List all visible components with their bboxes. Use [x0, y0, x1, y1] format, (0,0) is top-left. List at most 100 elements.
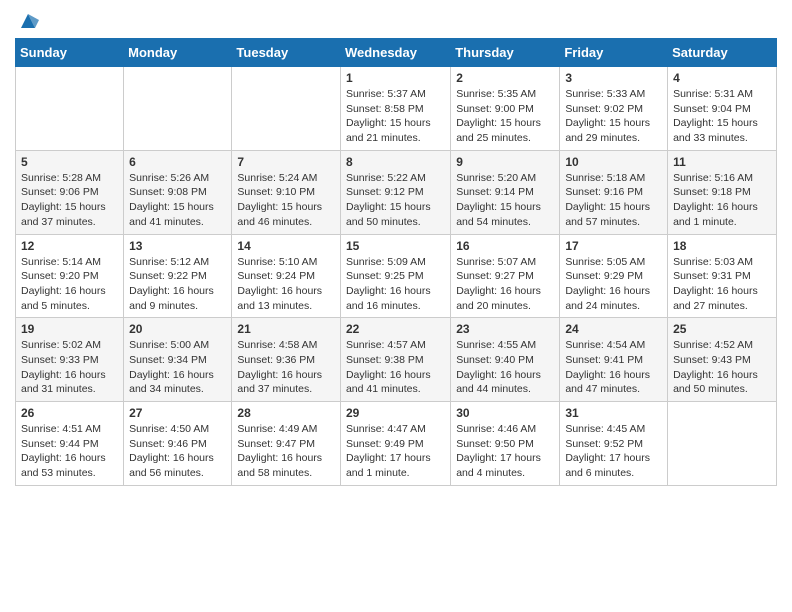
day-number: 12: [21, 239, 118, 253]
calendar-day-31: 31 Sunrise: 4:45 AM Sunset: 9:52 PM Dayli…: [560, 402, 668, 486]
calendar-day-16: 16 Sunrise: 5:07 AM Sunset: 9:27 PM Dayli…: [451, 234, 560, 318]
calendar-week-row: 1 Sunrise: 5:37 AM Sunset: 8:58 PM Daylig…: [16, 67, 777, 151]
day-number: 1: [346, 71, 445, 85]
day-number: 20: [129, 322, 226, 336]
day-info: Sunrise: 5:16 AM Sunset: 9:18 PM Dayligh…: [673, 171, 771, 230]
day-info: Sunrise: 5:05 AM Sunset: 9:29 PM Dayligh…: [565, 255, 662, 314]
calendar-day-7: 7 Sunrise: 5:24 AM Sunset: 9:10 PM Daylig…: [232, 150, 341, 234]
calendar-day-10: 10 Sunrise: 5:18 AM Sunset: 9:16 PM Dayli…: [560, 150, 668, 234]
day-number: 14: [237, 239, 335, 253]
calendar-day-8: 8 Sunrise: 5:22 AM Sunset: 9:12 PM Daylig…: [340, 150, 450, 234]
calendar-day-1: 1 Sunrise: 5:37 AM Sunset: 8:58 PM Daylig…: [340, 67, 450, 151]
weekday-header-tuesday: Tuesday: [232, 39, 341, 67]
calendar-day-2: 2Sunrise: 5:35 AM Sunset: 9:00 PM Daylig…: [451, 67, 560, 151]
day-info: Sunrise: 4:57 AM Sunset: 9:38 PM Dayligh…: [346, 338, 445, 397]
day-info: Sunrise: 4:54 AM Sunset: 9:41 PM Dayligh…: [565, 338, 662, 397]
day-number: 11: [673, 155, 771, 169]
day-info: Sunrise: 5:31 AM Sunset: 9:04 PM Dayligh…: [673, 87, 771, 146]
day-info: Sunrise: 5:22 AM Sunset: 9:12 PM Dayligh…: [346, 171, 445, 230]
day-info: Sunrise: 5:12 AM Sunset: 9:22 PM Dayligh…: [129, 255, 226, 314]
day-info: Sunrise: 5:07 AM Sunset: 9:27 PM Dayligh…: [456, 255, 554, 314]
day-number: 28: [237, 406, 335, 420]
day-info: Sunrise: 4:49 AM Sunset: 9:47 PM Dayligh…: [237, 422, 335, 481]
day-info: Sunrise: 4:46 AM Sunset: 9:50 PM Dayligh…: [456, 422, 554, 481]
day-number: 21: [237, 322, 335, 336]
calendar-day-19: 19 Sunrise: 5:02 AM Sunset: 9:33 PM Dayli…: [16, 318, 124, 402]
weekday-header-friday: Friday: [560, 39, 668, 67]
day-number: 24: [565, 322, 662, 336]
day-info: Sunrise: 5:09 AM Sunset: 9:25 PM Dayligh…: [346, 255, 445, 314]
day-number: 8: [346, 155, 445, 169]
calendar-day-3: 3 Sunrise: 5:33 AM Sunset: 9:02 PM Daylig…: [560, 67, 668, 151]
day-number: 9: [456, 155, 554, 169]
day-number: 22: [346, 322, 445, 336]
day-number: 10: [565, 155, 662, 169]
calendar-day-6: 6 Sunrise: 5:26 AM Sunset: 9:08 PM Daylig…: [124, 150, 232, 234]
calendar-day-5: 5 Sunrise: 5:28 AM Sunset: 9:06 PM Daylig…: [16, 150, 124, 234]
calendar-day-20: 20 Sunrise: 5:00 AM Sunset: 9:34 PM Dayli…: [124, 318, 232, 402]
day-number: 26: [21, 406, 118, 420]
day-info: Sunrise: 5:28 AM Sunset: 9:06 PM Dayligh…: [21, 171, 118, 230]
calendar-day-24: 24 Sunrise: 4:54 AM Sunset: 9:41 PM Dayli…: [560, 318, 668, 402]
calendar-day-12: 12 Sunrise: 5:14 AM Sunset: 9:20 PM Dayli…: [16, 234, 124, 318]
calendar-empty-cell: [124, 67, 232, 151]
calendar-week-row: 12 Sunrise: 5:14 AM Sunset: 9:20 PM Dayli…: [16, 234, 777, 318]
day-info: Sunrise: 4:45 AM Sunset: 9:52 PM Dayligh…: [565, 422, 662, 481]
day-number: 6: [129, 155, 226, 169]
day-number: 16: [456, 239, 554, 253]
weekday-header-monday: Monday: [124, 39, 232, 67]
day-info: Sunrise: 5:14 AM Sunset: 9:20 PM Dayligh…: [21, 255, 118, 314]
day-info: Sunrise: 4:58 AM Sunset: 9:36 PM Dayligh…: [237, 338, 335, 397]
calendar-week-row: 5 Sunrise: 5:28 AM Sunset: 9:06 PM Daylig…: [16, 150, 777, 234]
day-info: Sunrise: 5:26 AM Sunset: 9:08 PM Dayligh…: [129, 171, 226, 230]
day-info: Sunrise: 5:18 AM Sunset: 9:16 PM Dayligh…: [565, 171, 662, 230]
calendar-day-9: 9Sunrise: 5:20 AM Sunset: 9:14 PM Daylig…: [451, 150, 560, 234]
calendar-table: SundayMondayTuesdayWednesdayThursdayFrid…: [15, 38, 777, 486]
day-info: Sunrise: 4:51 AM Sunset: 9:44 PM Dayligh…: [21, 422, 118, 481]
day-info: Sunrise: 5:00 AM Sunset: 9:34 PM Dayligh…: [129, 338, 226, 397]
calendar-day-30: 30 Sunrise: 4:46 AM Sunset: 9:50 PM Dayli…: [451, 402, 560, 486]
day-number: 27: [129, 406, 226, 420]
weekday-header-row: SundayMondayTuesdayWednesdayThursdayFrid…: [16, 39, 777, 67]
day-number: 4: [673, 71, 771, 85]
weekday-header-thursday: Thursday: [451, 39, 560, 67]
day-info: Sunrise: 4:55 AM Sunset: 9:40 PM Dayligh…: [456, 338, 554, 397]
logo-icon: [17, 10, 39, 32]
weekday-header-sunday: Sunday: [16, 39, 124, 67]
day-info: Sunrise: 4:50 AM Sunset: 9:46 PM Dayligh…: [129, 422, 226, 481]
calendar-day-14: 14Sunrise: 5:10 AM Sunset: 9:24 PM Dayli…: [232, 234, 341, 318]
day-number: 29: [346, 406, 445, 420]
day-info: Sunrise: 5:02 AM Sunset: 9:33 PM Dayligh…: [21, 338, 118, 397]
day-info: Sunrise: 5:24 AM Sunset: 9:10 PM Dayligh…: [237, 171, 335, 230]
calendar-day-11: 11 Sunrise: 5:16 AM Sunset: 9:18 PM Dayli…: [668, 150, 777, 234]
calendar-week-row: 19 Sunrise: 5:02 AM Sunset: 9:33 PM Dayli…: [16, 318, 777, 402]
calendar-day-17: 17 Sunrise: 5:05 AM Sunset: 9:29 PM Dayli…: [560, 234, 668, 318]
day-info: Sunrise: 5:37 AM Sunset: 8:58 PM Dayligh…: [346, 87, 445, 146]
calendar-day-4: 4 Sunrise: 5:31 AM Sunset: 9:04 PM Daylig…: [668, 67, 777, 151]
weekday-header-saturday: Saturday: [668, 39, 777, 67]
day-number: 3: [565, 71, 662, 85]
day-info: Sunrise: 5:33 AM Sunset: 9:02 PM Dayligh…: [565, 87, 662, 146]
calendar-day-26: 26 Sunrise: 4:51 AM Sunset: 9:44 PM Dayli…: [16, 402, 124, 486]
calendar-day-18: 18Sunrise: 5:03 AM Sunset: 9:31 PM Dayli…: [668, 234, 777, 318]
calendar-day-15: 15 Sunrise: 5:09 AM Sunset: 9:25 PM Dayli…: [340, 234, 450, 318]
day-info: Sunrise: 4:47 AM Sunset: 9:49 PM Dayligh…: [346, 422, 445, 481]
day-number: 19: [21, 322, 118, 336]
calendar-day-13: 13Sunrise: 5:12 AM Sunset: 9:22 PM Dayli…: [124, 234, 232, 318]
day-number: 5: [21, 155, 118, 169]
page-header: [15, 10, 777, 30]
day-number: 7: [237, 155, 335, 169]
calendar-day-29: 29 Sunrise: 4:47 AM Sunset: 9:49 PM Dayli…: [340, 402, 450, 486]
calendar-empty-cell: [16, 67, 124, 151]
day-number: 30: [456, 406, 554, 420]
day-number: 17: [565, 239, 662, 253]
day-number: 31: [565, 406, 662, 420]
day-number: 15: [346, 239, 445, 253]
logo: [15, 10, 39, 30]
day-info: Sunrise: 4:52 AM Sunset: 9:43 PM Dayligh…: [673, 338, 771, 397]
day-number: 25: [673, 322, 771, 336]
day-number: 23: [456, 322, 554, 336]
calendar-day-27: 27 Sunrise: 4:50 AM Sunset: 9:46 PM Dayli…: [124, 402, 232, 486]
calendar-day-23: 23 Sunrise: 4:55 AM Sunset: 9:40 PM Dayli…: [451, 318, 560, 402]
calendar-day-21: 21 Sunrise: 4:58 AM Sunset: 9:36 PM Dayli…: [232, 318, 341, 402]
